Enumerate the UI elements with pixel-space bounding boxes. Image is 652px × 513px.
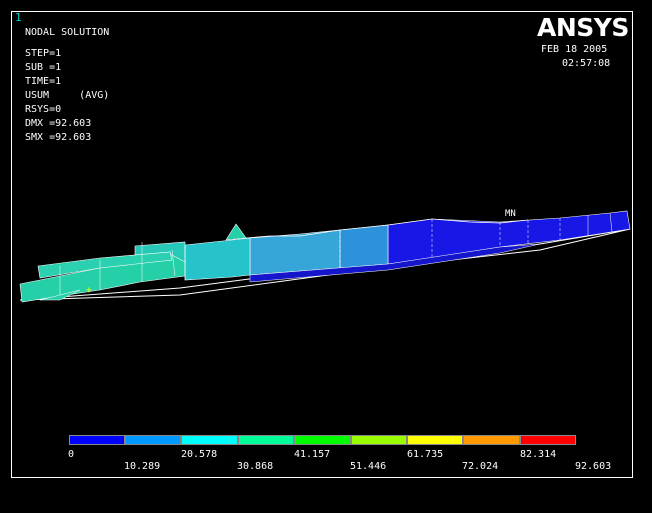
contour-region-cyan [184, 237, 251, 281]
legend-label: 82.314 [520, 449, 557, 460]
legend-label: 92.603 [575, 461, 612, 472]
legend-swatch [407, 435, 463, 445]
legend-swatch [69, 435, 125, 445]
legend-swatch [238, 435, 294, 445]
legend-label: 72.024 [462, 461, 499, 472]
legend-swatch [520, 435, 576, 445]
legend-swatch [463, 435, 520, 445]
legend-swatch [181, 435, 238, 445]
legend-label: 20.578 [181, 449, 218, 460]
legend-swatch [125, 435, 181, 445]
legend-label: 0 [68, 449, 75, 460]
contour-region-mid-blue [339, 224, 389, 269]
legend-swatch [351, 435, 407, 445]
legend-label: 30.868 [237, 461, 274, 472]
legend-label: 61.735 [407, 449, 444, 460]
legend-label: 10.289 [124, 461, 161, 472]
origin-marker: + [86, 285, 92, 296]
legend-label: 51.446 [350, 461, 387, 472]
legend-swatch [294, 435, 351, 445]
contour-peak [225, 223, 247, 241]
min-marker: MN [505, 209, 516, 219]
legend-label: 41.157 [294, 449, 331, 460]
